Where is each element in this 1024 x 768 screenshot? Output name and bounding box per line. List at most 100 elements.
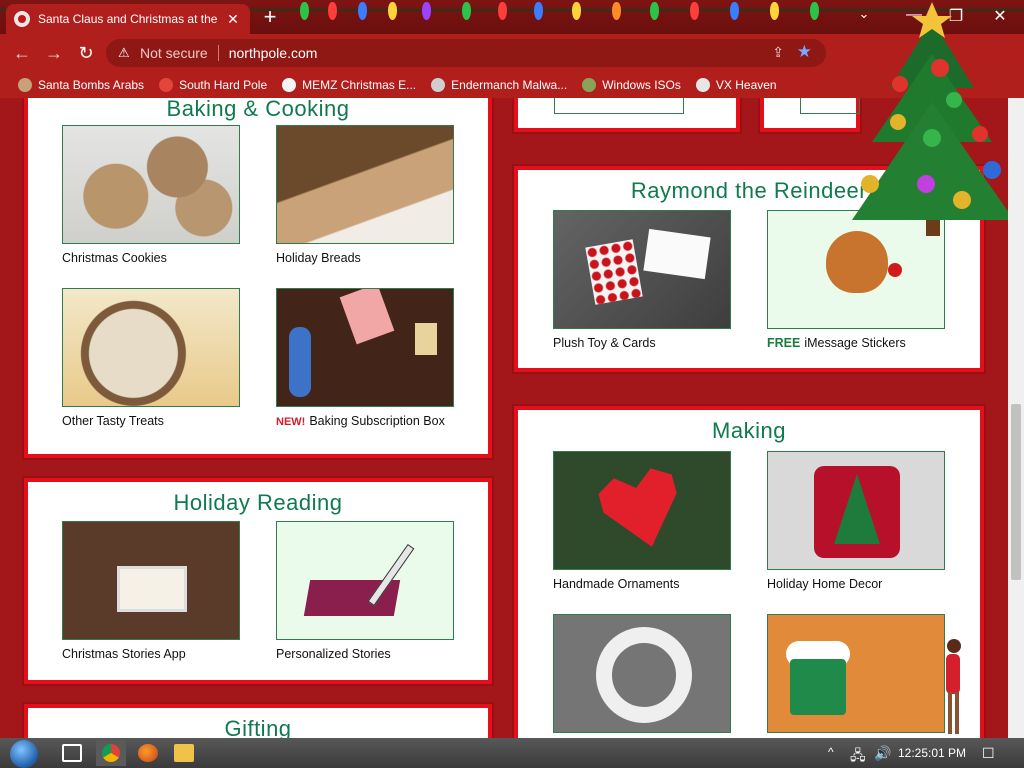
cookies-image[interactable]: [62, 125, 240, 244]
tile-caption[interactable]: Holiday Home Decor: [767, 577, 945, 591]
bookmark-item[interactable]: Santa Bombs Arabs: [18, 78, 144, 92]
light-bulb: [358, 2, 367, 20]
panel-gifting: Gifting: [24, 704, 492, 738]
warning-icon[interactable]: ⚠: [118, 45, 134, 61]
heart-ornament-image[interactable]: [553, 451, 731, 570]
tile-handmade-ornaments[interactable]: Handmade Ornaments: [553, 451, 731, 591]
tile-caption[interactable]: Personalized Stories: [276, 647, 454, 661]
tile-holiday-breads[interactable]: Holiday Breads: [276, 125, 454, 265]
tile-caption[interactable]: Handmade Ornaments: [553, 577, 731, 591]
tray-chevron-icon[interactable]: ^: [828, 745, 834, 759]
bread-image[interactable]: [276, 125, 454, 244]
bookmark-favicon-icon: [695, 78, 710, 92]
bookmark-label[interactable]: South Hard Pole: [179, 78, 267, 92]
stories-app-image[interactable]: [62, 521, 240, 640]
not-secure-label[interactable]: Not secure: [140, 45, 208, 61]
panel-cut-top-left: [514, 98, 740, 132]
bookmark-label[interactable]: Santa Bombs Arabs: [38, 78, 144, 92]
tile-caption[interactable]: Christmas Stories App: [62, 647, 240, 661]
bookmark-star-icon[interactable]: ★: [797, 42, 812, 62]
network-icon[interactable]: 🖧: [850, 745, 866, 768]
bookmark-item[interactable]: MEMZ Christmas E...: [282, 78, 416, 92]
tile-caption[interactable]: Holiday Breads: [276, 251, 454, 265]
windows-taskbar: ^ 🖧 🔊 12:25:01 PM ☐: [0, 738, 1024, 768]
panel-cut-top-right: [760, 98, 860, 132]
start-button[interactable]: [10, 740, 38, 768]
free-badge: FREE: [767, 336, 801, 350]
wreath-ring-shape: [596, 627, 692, 723]
taskbar-clock[interactable]: 12:25:01 PM: [898, 746, 966, 760]
tile-other-tasty-treats[interactable]: Other Tasty Treats: [62, 288, 240, 428]
vertical-scrollbar[interactable]: [1008, 98, 1024, 738]
plush-cards-image[interactable]: [553, 210, 731, 329]
home-decor-image[interactable]: [767, 451, 945, 570]
reload-button[interactable]: ↻: [70, 43, 102, 64]
mug-craft-image[interactable]: [767, 614, 945, 733]
reindeer-nose-shape: [888, 263, 902, 277]
tile-caption-text[interactable]: Baking Subscription Box: [309, 414, 445, 428]
bookmark-favicon-icon: [582, 78, 597, 92]
personalized-stories-image[interactable]: [276, 521, 454, 640]
bookmark-item[interactable]: Windows ISOs: [582, 78, 681, 92]
section-title-gifting: Gifting: [224, 716, 292, 738]
section-title-making: Making: [712, 418, 786, 443]
tab-active[interactable]: Santa Claus and Christmas at the ✕: [6, 4, 250, 34]
chrome-taskbar-button[interactable]: [96, 740, 126, 766]
tile-caption[interactable]: Christmas Cookies: [62, 251, 240, 265]
forward-button[interactable]: →: [38, 43, 70, 64]
bookmark-label[interactable]: VX Heaven: [716, 78, 777, 92]
panel-making: Making Handmade Ornaments Holiday Home D…: [514, 406, 984, 738]
url-text[interactable]: northpole.com: [229, 45, 318, 61]
tile-baking-subscription-box[interactable]: NEW! Baking Subscription Box: [276, 288, 454, 428]
tile-wreath[interactable]: [553, 614, 731, 733]
firefox-icon[interactable]: [138, 744, 158, 762]
address-bar[interactable]: ⚠ Not secure northpole.com ⇪ ★: [106, 39, 826, 67]
tile-caption[interactable]: FREE iMessage Stickers: [767, 336, 945, 350]
tile-plush-toy-cards[interactable]: Plush Toy & Cards: [553, 210, 731, 350]
cut-thumbnail[interactable]: [554, 98, 684, 114]
section-title-baking: Baking & Cooking: [166, 98, 350, 121]
bookmark-favicon-icon: [18, 78, 32, 92]
tab-title: Santa Claus and Christmas at the: [38, 12, 218, 26]
back-button[interactable]: ←: [6, 43, 38, 64]
envelope-shape: [643, 228, 711, 280]
scrollbar-thumb[interactable]: [1011, 404, 1021, 580]
tile-holiday-home-decor[interactable]: Holiday Home Decor: [767, 451, 945, 591]
mug-shape: [790, 659, 846, 715]
panel-holiday-reading: Holiday Reading Christmas Stories App Pe…: [24, 478, 492, 684]
tile-mug-craft[interactable]: [767, 614, 945, 733]
treats-image[interactable]: [62, 288, 240, 407]
bookmark-item[interactable]: VX Heaven: [695, 78, 777, 92]
light-bulb: [810, 2, 819, 20]
volume-icon[interactable]: 🔊: [874, 745, 891, 762]
bookmark-item[interactable]: South Hard Pole: [159, 78, 267, 92]
file-explorer-icon[interactable]: [174, 744, 194, 762]
bookmark-label[interactable]: MEMZ Christmas E...: [302, 78, 416, 92]
light-bulb: [300, 2, 309, 20]
light-bulb: [650, 2, 659, 20]
section-title-reading: Holiday Reading: [173, 490, 343, 515]
panel-baking-cooking: Baking & Cooking Christmas Cookies Holid…: [24, 98, 492, 458]
light-bulb: [690, 2, 699, 20]
bookmark-favicon-icon: [282, 78, 297, 92]
notification-icon[interactable]: ☐: [982, 745, 995, 762]
tile-caption[interactable]: Other Tasty Treats: [62, 414, 240, 428]
tab-close-icon[interactable]: ✕: [224, 11, 242, 28]
tile-personalized-stories[interactable]: Personalized Stories: [276, 521, 454, 661]
tile-caption-text[interactable]: iMessage Stickers: [804, 336, 905, 350]
tile-caption[interactable]: Plush Toy & Cards: [553, 336, 731, 350]
light-bulb: [498, 2, 507, 20]
bookmark-label[interactable]: Endermanch Malwa...: [451, 78, 567, 92]
light-bulb: [462, 2, 471, 20]
subscription-box-image[interactable]: [276, 288, 454, 407]
tile-christmas-stories-app[interactable]: Christmas Stories App: [62, 521, 240, 661]
light-bulb: [612, 2, 621, 20]
tile-christmas-cookies[interactable]: Christmas Cookies: [62, 125, 240, 265]
bookmark-label[interactable]: Windows ISOs: [602, 78, 681, 92]
share-icon[interactable]: ⇪: [772, 44, 784, 61]
bookmark-item[interactable]: Endermanch Malwa...: [431, 78, 567, 92]
tile-caption[interactable]: NEW! Baking Subscription Box: [276, 414, 454, 428]
new-tab-button[interactable]: +: [258, 6, 282, 28]
wreath-image[interactable]: [553, 614, 731, 733]
task-view-icon[interactable]: [62, 744, 82, 762]
